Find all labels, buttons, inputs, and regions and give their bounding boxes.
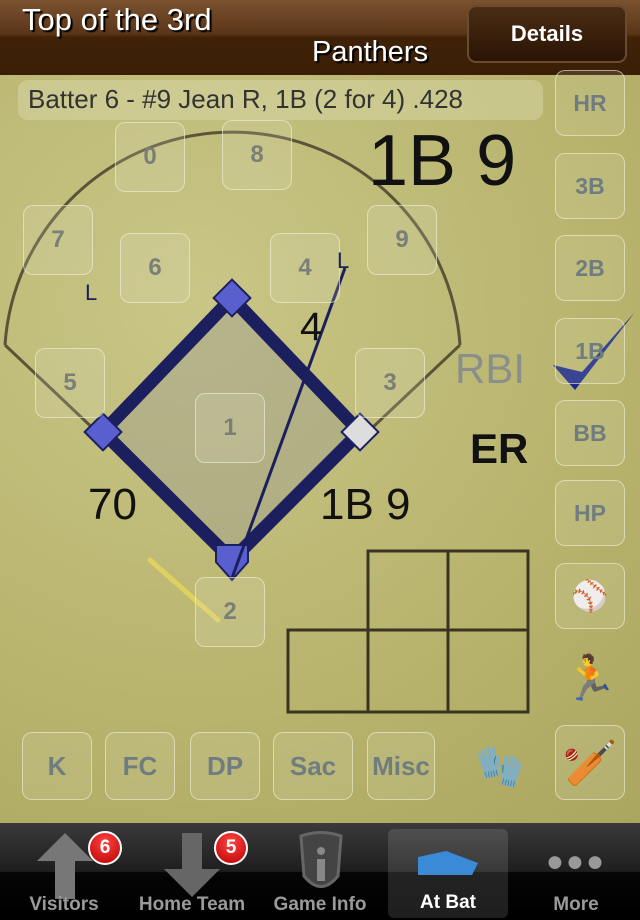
out-mark: L [85,280,98,305]
fielder-box-3[interactable]: 3 [355,348,425,418]
batter-icon: 🏏 [562,738,618,788]
home-plate-icon [418,851,478,875]
tab-at-bat[interactable]: At Bat [388,829,508,918]
strikeout-button[interactable]: K [22,732,92,800]
fielder-box-1[interactable]: 1 [195,393,265,463]
tab-label: At Bat [420,892,476,913]
sacrifice-button[interactable]: Sac [273,732,353,800]
fielder-box-0[interactable]: 0 [115,122,185,192]
pitch-count: 70 [88,480,137,529]
home-badge: 5 [214,831,248,865]
fielders-choice-button[interactable]: FC [105,732,175,800]
hit-by-pitch-button[interactable]: HP [555,480,625,546]
double-button[interactable]: 2B [555,235,625,301]
arrow-down-icon [164,833,220,897]
fielder-box-8[interactable]: 8 [222,120,292,190]
tab-game-info[interactable]: Game Info [256,823,384,920]
fielder-icon: 🧤 [475,744,525,789]
tab-more[interactable]: ●●● More [512,823,640,920]
arrow-up-icon [37,833,93,899]
single-button[interactable]: 1B [555,318,625,384]
play-label: 1B 9 [320,480,411,529]
fielder-box-6[interactable]: 6 [120,233,190,303]
tab-label: More [553,894,599,915]
tab-label: Visitors [29,894,99,915]
pitcher-button[interactable]: 🏃 [555,645,625,711]
fielder-box-2[interactable]: 2 [195,577,265,647]
hit-fielder-label: 4 [300,305,323,349]
tab-label: Game Info [273,894,367,915]
batter-button[interactable]: 🏏 [555,725,625,800]
info-shield-icon [299,831,343,888]
walk-button[interactable]: BB [555,400,625,466]
fielder-button[interactable]: 🧤 [465,732,535,800]
triple-button[interactable]: 3B [555,153,625,219]
more-dots-icon: ●●● [545,845,607,878]
fielder-box-7[interactable]: 7 [23,205,93,275]
er-label[interactable]: ER [470,425,528,473]
tab-visitors[interactable]: 6 Visitors [0,823,128,920]
fielder-box-4[interactable]: 4 [270,233,340,303]
visitors-badge: 6 [88,831,122,865]
tab-bar: 6 Visitors 5 Home Team Game Info At Bat … [0,823,640,920]
fielder-box-9[interactable]: 9 [367,205,437,275]
tab-label: Home Team [138,894,246,915]
misc-button[interactable]: Misc [367,732,435,800]
rbi-label[interactable]: RBI [455,345,525,393]
bunt-button[interactable]: ⚾ [555,563,625,629]
result-large: 1B 9 [368,121,517,201]
fielder-box-5[interactable]: 5 [35,348,105,418]
pitcher-icon: 🏃 [562,654,618,703]
pitch-grid [286,549,530,714]
bat-icon: ⚾ [571,579,609,613]
out-mark: L [337,248,350,273]
tab-home-team[interactable]: 5 Home Team [128,823,256,920]
hr-button[interactable]: HR [555,70,625,136]
double-play-button[interactable]: DP [190,732,260,800]
